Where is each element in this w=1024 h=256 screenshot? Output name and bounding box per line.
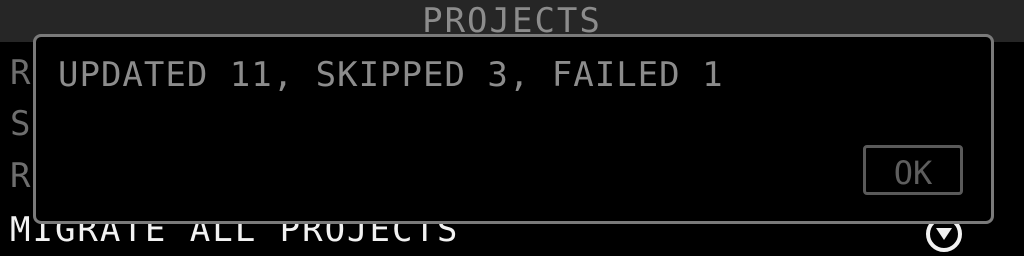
dialog-message: UPDATED 11, SKIPPED 3, FAILED 1	[58, 55, 724, 95]
menu-item[interactable]: S	[10, 104, 30, 144]
ok-button[interactable]: OK	[863, 145, 963, 195]
menu-item[interactable]: R	[10, 53, 30, 93]
result-dialog: UPDATED 11, SKIPPED 3, FAILED 1 OK	[33, 34, 994, 224]
menu-item[interactable]: R	[10, 156, 30, 196]
